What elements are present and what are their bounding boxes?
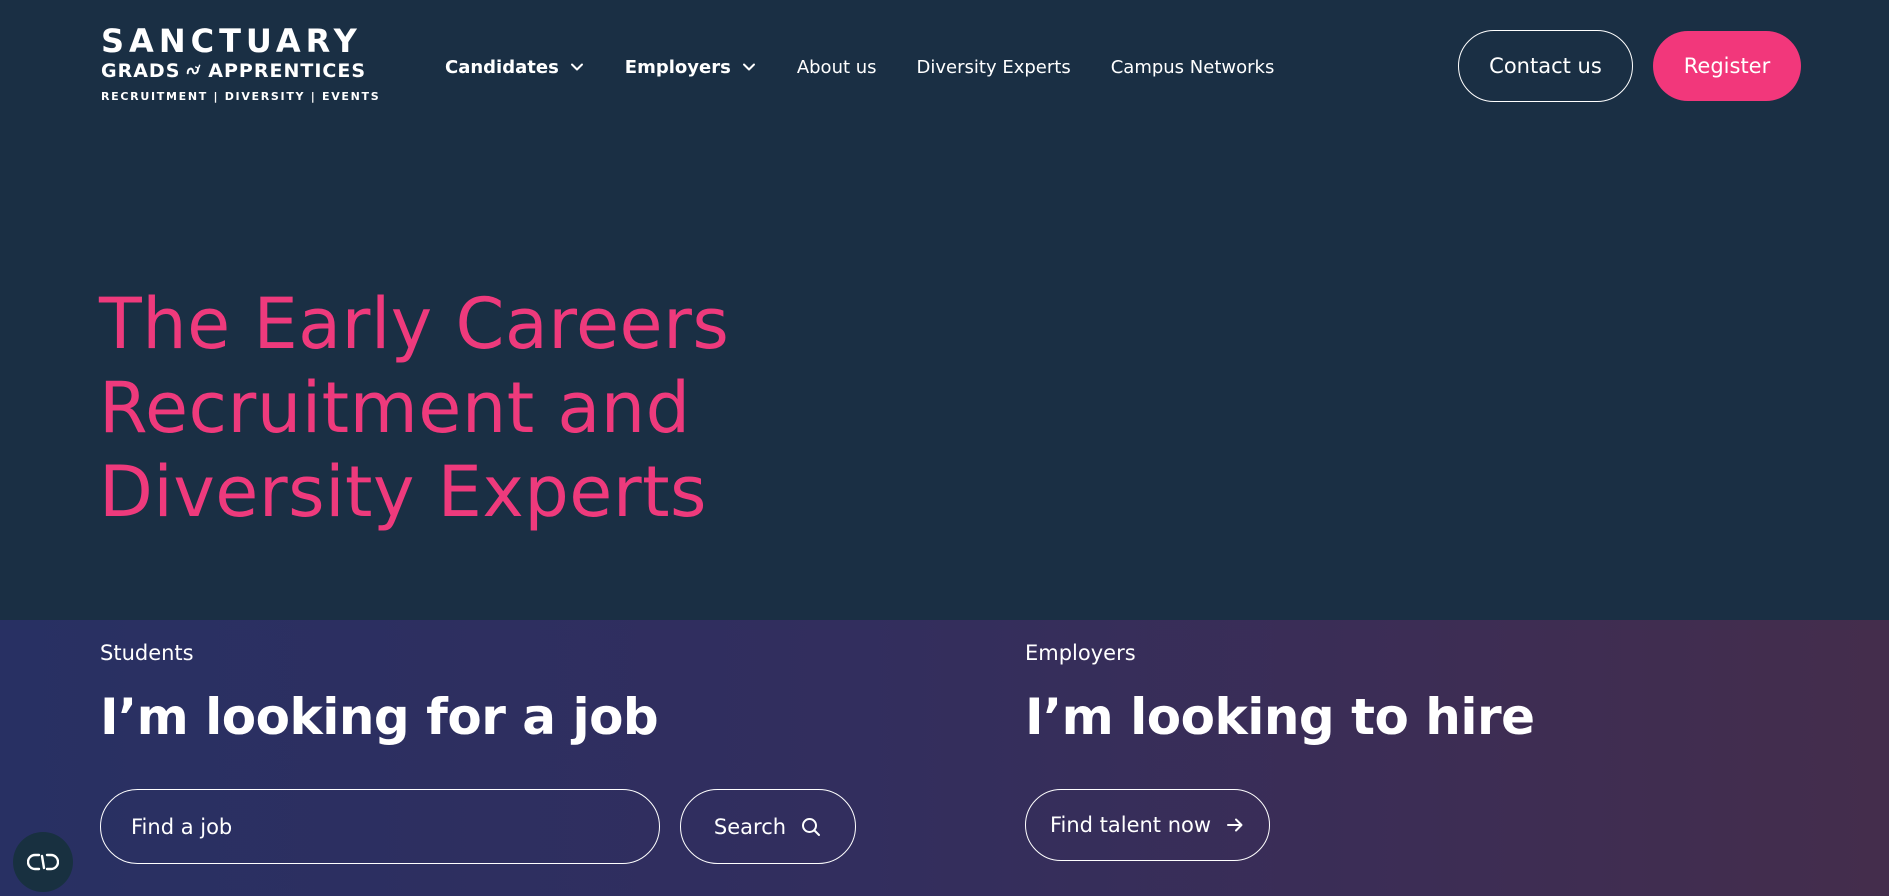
employers-heading: I’m looking to hire	[1025, 688, 1535, 746]
hero-title: The Early Careers Recruitment and Divers…	[99, 282, 819, 534]
nav-item-label: Candidates	[445, 56, 559, 78]
logo-wordmark: SANCTUARY	[101, 22, 362, 60]
accessibility-widget-button[interactable]	[13, 832, 73, 892]
find-talent-button[interactable]: Find talent now	[1025, 789, 1270, 861]
nav-item-label: Campus Networks	[1110, 56, 1275, 78]
find-talent-label: Find talent now	[1049, 813, 1212, 837]
hero-title-line: Diversity Experts	[99, 451, 708, 533]
students-eyebrow: Students	[100, 641, 194, 665]
chevron-down-icon	[570, 63, 583, 71]
nav-item-label: Employers	[624, 56, 731, 78]
register-button[interactable]: Register	[1653, 31, 1801, 101]
nav-item-campus-networks[interactable]: Campus Networks	[1111, 57, 1275, 78]
employers-eyebrow: Employers	[1025, 641, 1136, 665]
nav-item-employers[interactable]: Employers	[625, 57, 757, 78]
hero-title-line: Recruitment and	[99, 367, 691, 449]
find-job-input[interactable]	[100, 789, 660, 864]
nav-item-label: Diversity Experts	[916, 56, 1071, 78]
main-nav: Candidates Employers About us Diversity …	[445, 54, 1314, 80]
logo-tagline: RECRUITMENT | DIVERSITY | EVENTS	[101, 90, 381, 103]
chevron-down-icon	[742, 63, 755, 71]
students-heading: I’m looking for a job	[100, 688, 659, 746]
contact-us-button[interactable]: Contact us	[1458, 30, 1633, 102]
sanctuary-logo[interactable]: SANCTUARY GRADS APPRENTICES RECRUITMENT …	[101, 22, 381, 106]
hero-title-line: The Early Careers	[99, 283, 730, 365]
nav-item-about-us[interactable]: About us	[797, 57, 877, 78]
nav-item-diversity-experts[interactable]: Diversity Experts	[917, 57, 1071, 78]
arrow-right-icon	[1227, 818, 1243, 832]
search-icon	[802, 817, 821, 836]
logo-swirl-icon	[187, 64, 201, 75]
accessibility-icon	[27, 853, 59, 871]
logo-subline: GRADS APPRENTICES	[101, 60, 366, 82]
search-button-label: Search	[713, 814, 787, 839]
nav-item-label: About us	[796, 56, 877, 78]
search-button[interactable]: Search	[680, 789, 856, 864]
nav-item-candidates[interactable]: Candidates	[445, 57, 585, 78]
